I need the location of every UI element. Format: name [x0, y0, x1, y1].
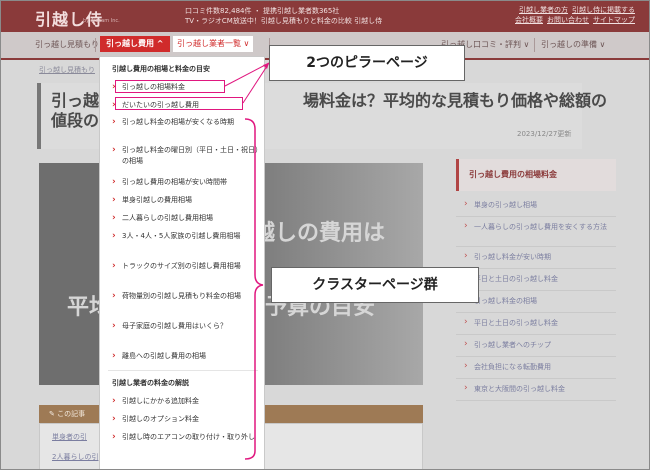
cluster-callout: クラスターページ群: [271, 267, 479, 303]
pillar-arrow-line: [224, 62, 270, 87]
screenshot-frame: { "header": { "logo": "引越し侍", "logo_sub"…: [0, 0, 650, 470]
pillar-arrow-line: [242, 62, 270, 104]
cluster-brace: [244, 118, 264, 460]
pillar-callout: 2つのピラーページ: [269, 45, 465, 81]
